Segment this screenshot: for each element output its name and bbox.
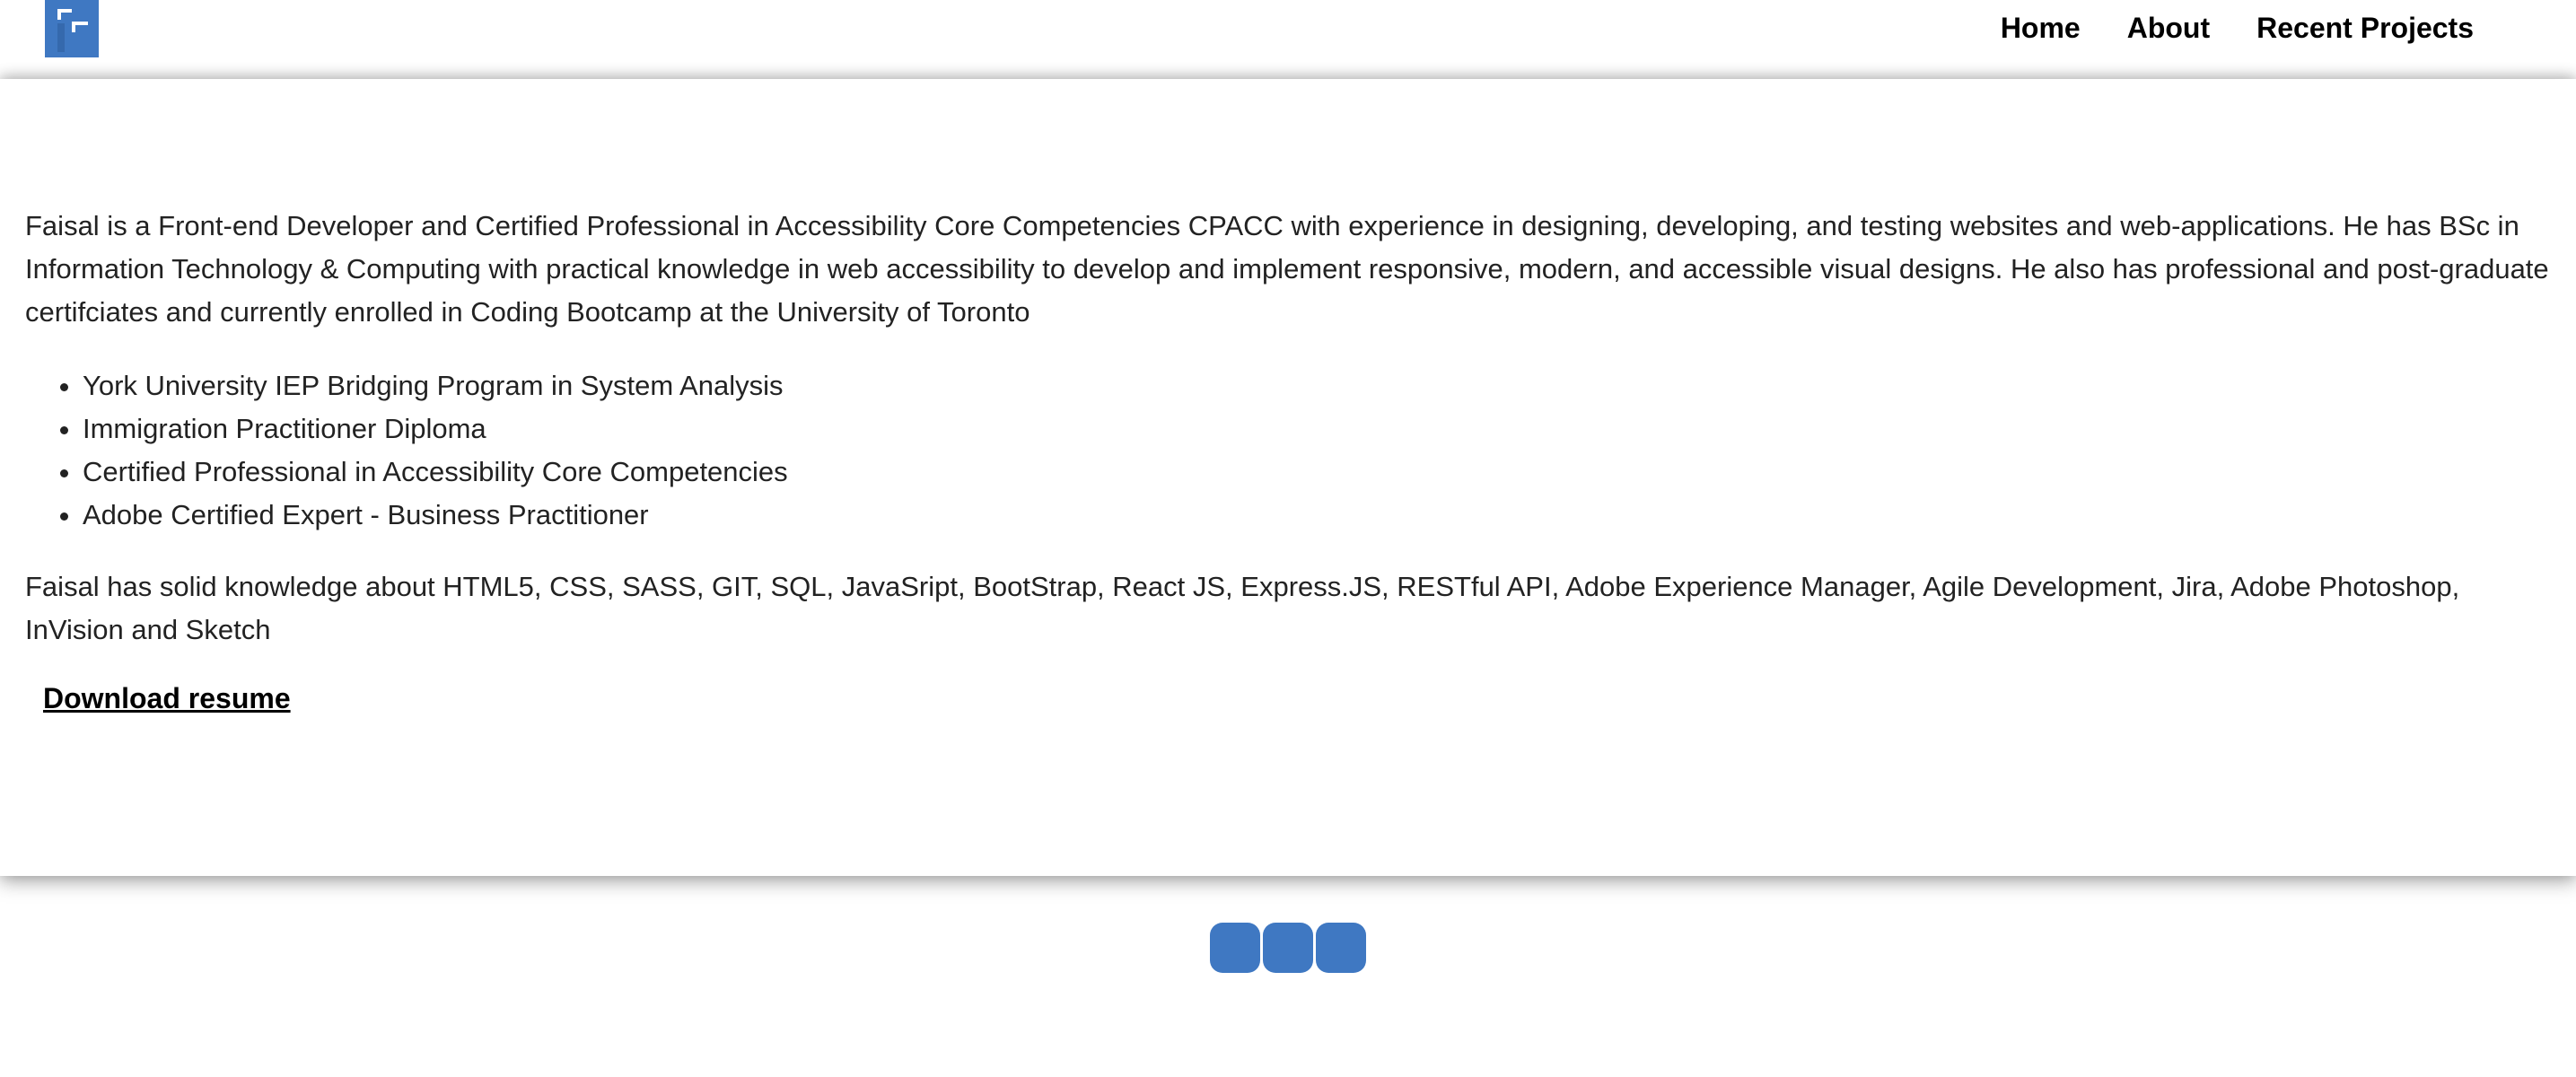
logo-icon[interactable] xyxy=(45,0,99,57)
social-icon-1[interactable] xyxy=(1210,923,1260,973)
site-header: Home About Recent Projects xyxy=(0,0,2576,77)
nav-about-link[interactable]: About xyxy=(2127,9,2210,47)
social-icon-2[interactable] xyxy=(1263,923,1313,973)
main-nav: Home About Recent Projects xyxy=(2001,9,2474,47)
about-content: Faisal is a Front-end Developer and Cert… xyxy=(25,205,2556,715)
certificate-item: Adobe Certified Expert - Business Practi… xyxy=(83,494,2556,537)
skills-text: Faisal has solid knowledge about HTML5, … xyxy=(25,571,2460,645)
about-card: Faisal is a Front-end Developer and Cert… xyxy=(0,79,2576,876)
certificate-item: York University IEP Bridging Program in … xyxy=(83,364,2556,407)
nav-recent-projects-link[interactable]: Recent Projects xyxy=(2256,9,2474,47)
certificates-list: York University IEP Bridging Program in … xyxy=(25,364,2556,537)
social-icon-3[interactable] xyxy=(1316,923,1366,973)
certificate-item: Certified Professional in Accessibility … xyxy=(83,451,2556,494)
about-intro-text: Faisal is a Front-end Developer and Cert… xyxy=(25,210,2549,328)
download-resume-link[interactable]: Download resume xyxy=(43,682,291,715)
social-links xyxy=(1210,923,1366,973)
certificate-item: Immigration Practitioner Diploma xyxy=(83,407,2556,451)
nav-home-link[interactable]: Home xyxy=(2001,9,2081,47)
